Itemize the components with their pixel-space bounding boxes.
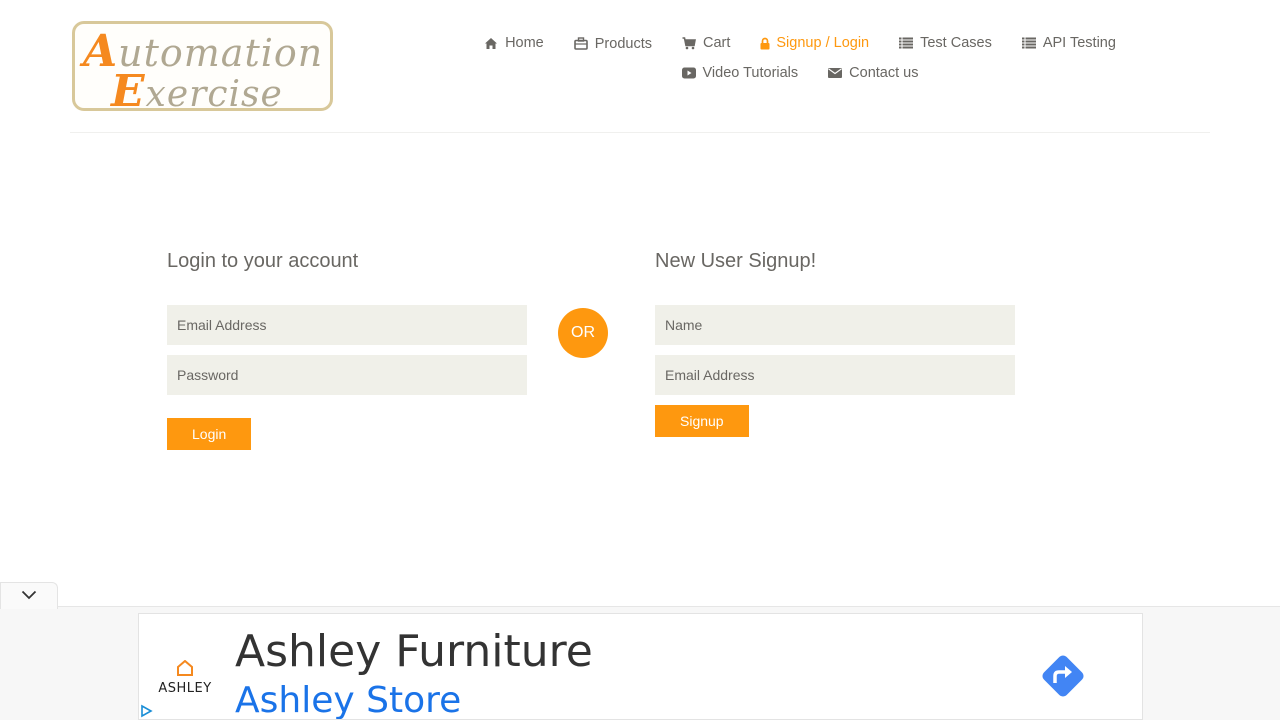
nav-contact-us[interactable]: Contact us [813,65,933,81]
ad-brand-name: ASHLEY [158,681,212,696]
nav-video-tutorials[interactable]: Video Tutorials [667,65,814,81]
logo-line-2: Exercise [111,66,283,111]
login-email-input[interactable] [167,305,527,345]
nav-api-testing[interactable]: API Testing [1007,35,1131,51]
house-icon [177,659,193,676]
logo-line-2-rest: xercise [145,74,283,111]
nav-products[interactable]: Products [559,35,667,52]
briefcase-icon [573,36,588,50]
login-title: Login to your account [167,250,359,272]
nav-signup-login[interactable]: Signup / Login [745,35,884,51]
chevron-down-icon [21,587,37,605]
youtube-icon [681,66,696,80]
list-icon [1021,36,1036,50]
signup-title: New User Signup! [655,250,817,272]
directions-arrow-icon[interactable] [1037,650,1089,702]
ad-subheadline: Ashley Store [235,680,462,720]
nav-row-2: Video Tutorials Contact us [470,58,1130,88]
cart-icon [682,36,696,50]
envelope-icon [828,66,843,80]
signup-name-input[interactable] [655,305,1015,345]
login-button[interactable]: Login [167,418,252,450]
nav-cart[interactable]: Cart [667,35,745,51]
nav-api-testing-label: API Testing [1042,35,1116,51]
ad-collapse-toggle[interactable] [0,582,58,609]
site-header: Automation Exercise Home Products Cart S… [0,0,1280,133]
nav-home-label: Home [505,35,544,51]
login-password-input[interactable] [167,355,527,395]
signup-button[interactable]: Signup [655,405,749,437]
adchoices-icon[interactable] [139,704,153,718]
header-divider [70,132,1210,133]
nav-test-cases[interactable]: Test Cases [884,35,1007,51]
list-icon [899,36,914,50]
nav-products-label: Products [594,36,652,52]
login-form: Login to your account Login [167,250,528,450]
site-logo[interactable]: Automation Exercise [72,21,333,111]
lock-icon [760,36,770,50]
nav-signup-login-label: Signup / Login [776,35,870,51]
ad-headline: Ashley Furniture [235,626,593,677]
nav-row-1: Home Products Cart Signup / Login Test C… [470,28,1130,58]
nav-contact-us-label: Contact us [849,65,919,81]
signup-form: New User Signup! Signup [655,250,1015,437]
nav-test-cases-label: Test Cases [920,35,992,51]
nav-cart-label: Cart [702,35,731,51]
ad-brand-logo: ASHLEY [156,659,214,696]
or-divider-badge: OR [558,308,608,358]
signup-email-input[interactable] [655,355,1015,395]
home-icon [484,36,498,50]
nav-video-tutorials-label: Video Tutorials [702,65,799,81]
nav-home[interactable]: Home [469,35,559,51]
ad-card[interactable]: ASHLEY Ashley Furniture Ashley Store [138,613,1143,720]
main-nav: Home Products Cart Signup / Login Test C… [470,28,1130,88]
